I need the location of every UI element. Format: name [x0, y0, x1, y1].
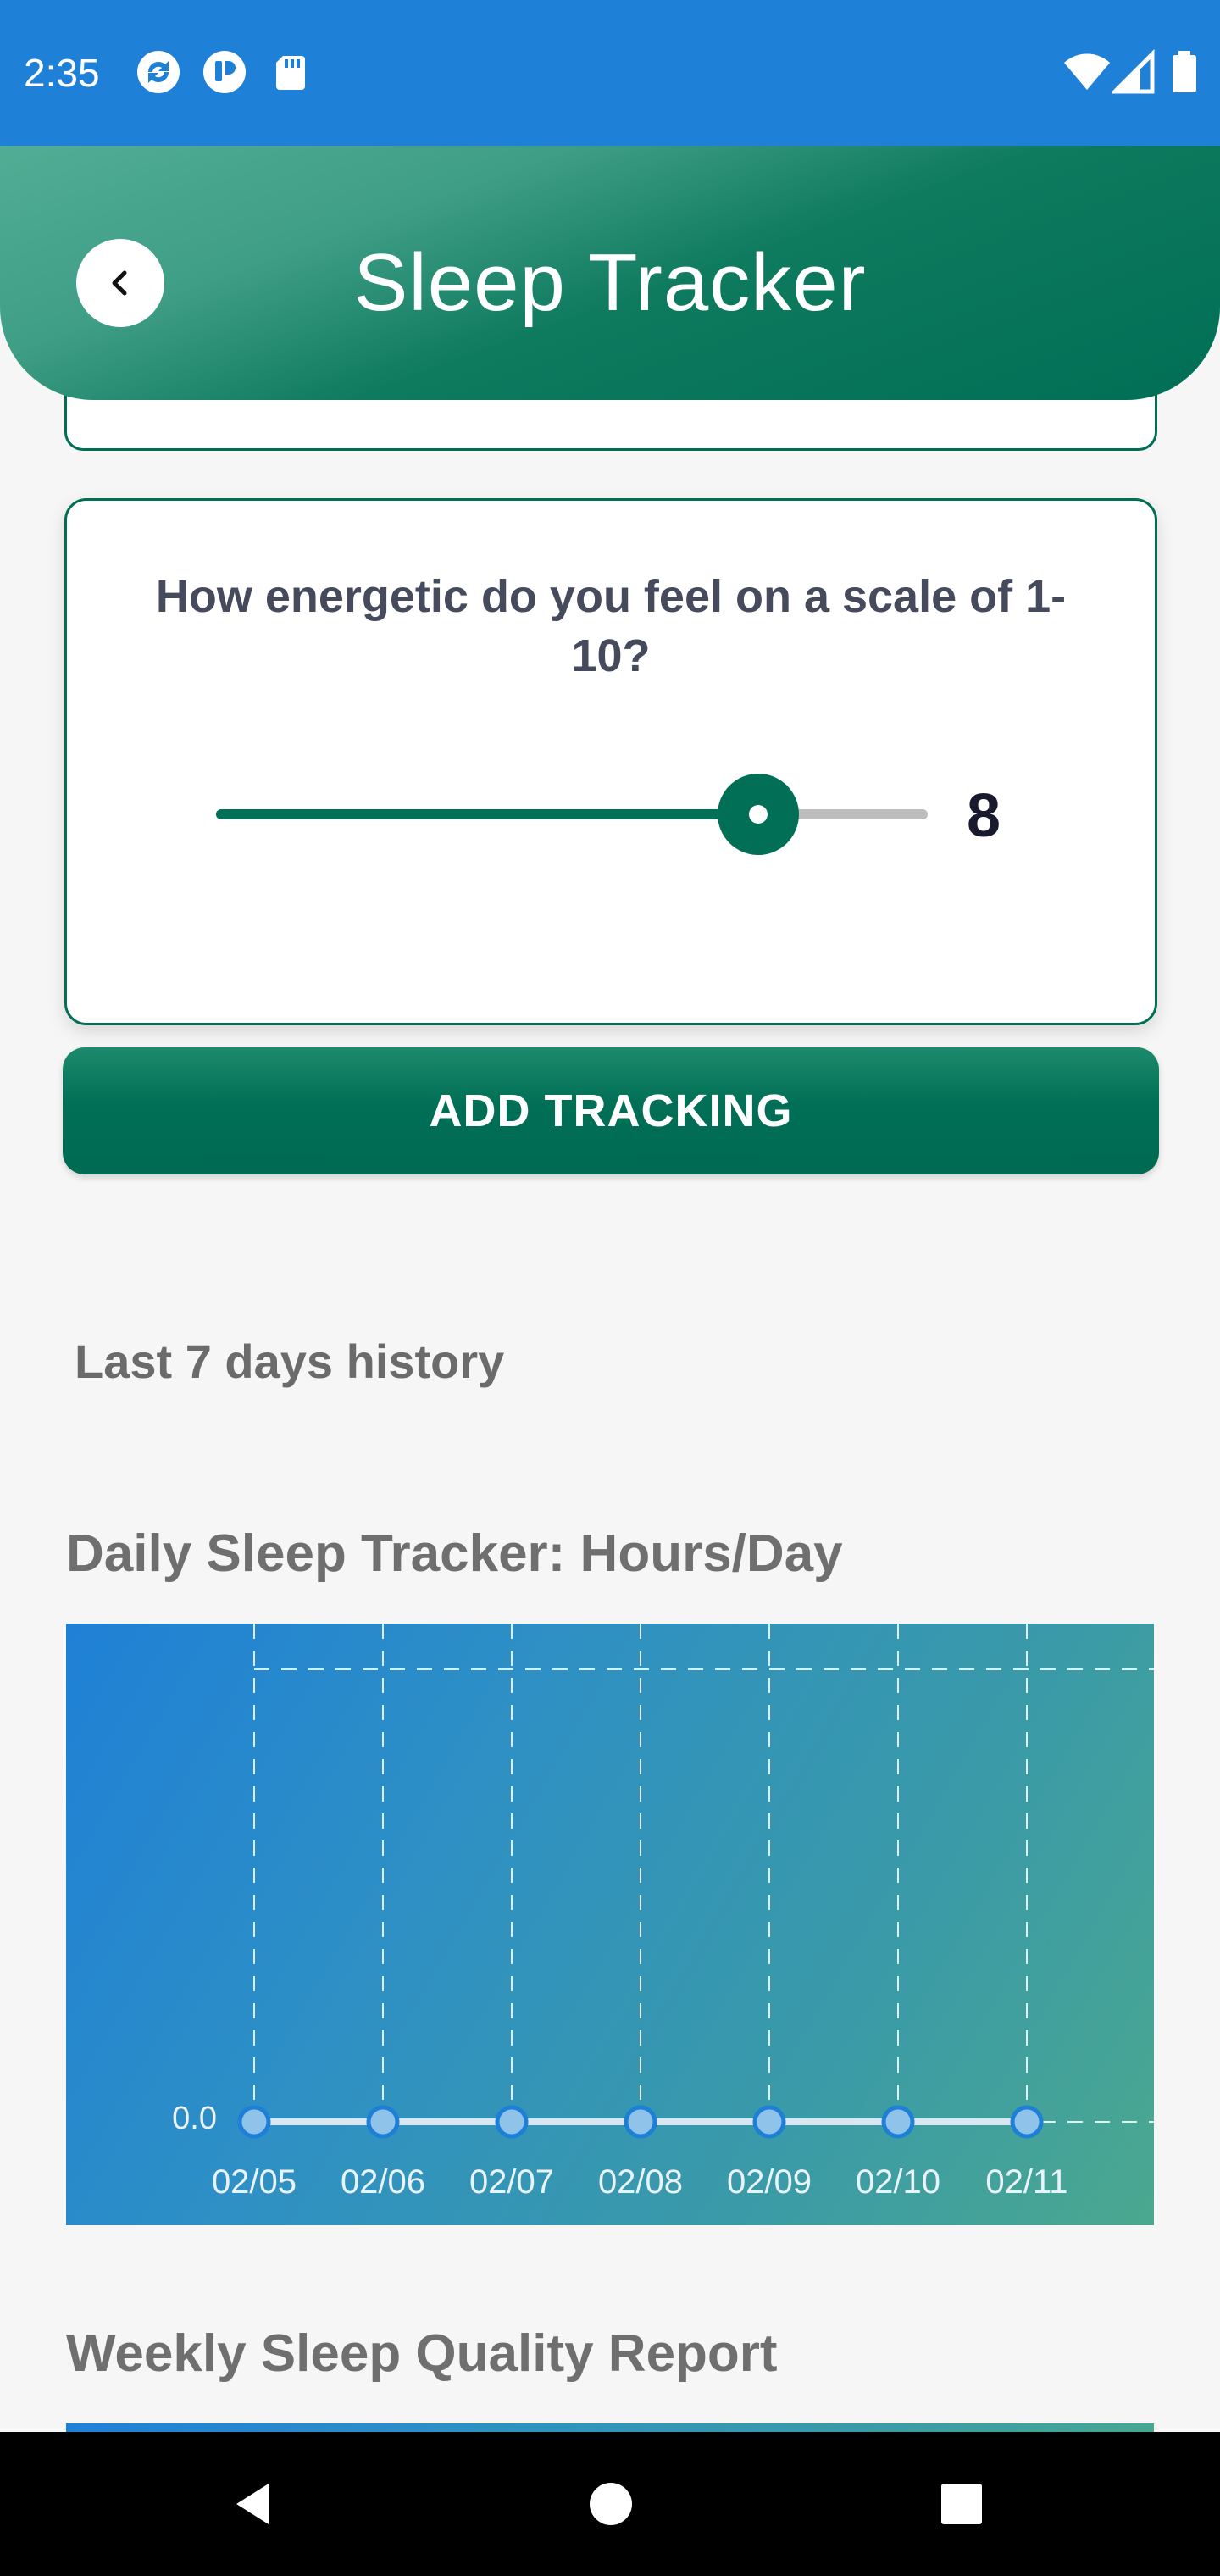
data-point — [366, 2105, 400, 2139]
recents-square-icon — [941, 2484, 982, 2524]
status-bar: 2:35 — [0, 0, 1220, 146]
app-header: Sleep Tracker — [0, 146, 1220, 400]
weekly-chart-title: Weekly Sleep Quality Report — [66, 2324, 778, 2383]
data-point — [881, 2105, 915, 2139]
back-triangle-icon — [236, 2484, 269, 2524]
data-point — [1010, 2105, 1044, 2139]
x-tick-label: 02/11 — [985, 2163, 1068, 2201]
wifi-icon — [1062, 49, 1110, 95]
battery-icon — [1167, 49, 1213, 95]
nav-home-button[interactable] — [573, 2466, 649, 2542]
x-tick-label: 02/07 — [469, 2163, 554, 2201]
data-point — [752, 2105, 786, 2139]
page-title: Sleep Tracker — [353, 237, 867, 328]
data-point — [624, 2105, 657, 2139]
question-text: How energetic do you feel on a scale of … — [155, 571, 1067, 681]
slider-value-label: 8 — [967, 782, 1001, 850]
sync-icon — [136, 49, 181, 95]
x-tick-label: 02/08 — [598, 2163, 683, 2201]
signal-icon — [1109, 48, 1157, 95]
data-point — [237, 2105, 271, 2139]
home-circle-icon — [590, 2483, 632, 2525]
slider-thumb[interactable] — [718, 774, 799, 855]
x-tick-label: 02/05 — [212, 2163, 297, 2201]
data-point — [495, 2105, 529, 2139]
y-tick-label: 0.0 — [172, 2101, 217, 2136]
nav-recents-button[interactable] — [923, 2466, 1000, 2542]
navigation-bar — [0, 2432, 1220, 2576]
history-title: Last 7 days history — [75, 1335, 505, 1388]
energy-question-card: How energetic do you feel on a scale of … — [64, 498, 1157, 1025]
status-time: 2:35 — [24, 51, 100, 95]
app-screen: 2:35 Sleep Tracker How energetic do you … — [0, 0, 1220, 2576]
app-icon — [202, 49, 247, 95]
energy-slider[interactable] — [216, 774, 928, 855]
add-tracking-button[interactable]: ADD TRACKING — [63, 1047, 1159, 1174]
x-tick-label: 02/06 — [341, 2163, 425, 2201]
x-tick-label: 02/09 — [727, 2163, 812, 2201]
nav-back-button[interactable] — [215, 2466, 291, 2542]
slider-fill — [216, 809, 758, 819]
daily-sleep-chart-svg: 0.0 02/05 02/06 02/07 02/08 02/09 02/10 02/11 — [172, 1624, 1154, 2201]
daily-sleep-chart: 0.0 02/05 02/06 02/07 02/08 02/09 02/10 02/11 — [66, 1624, 1154, 2225]
x-tick-label: 02/10 — [856, 2163, 940, 2201]
sd-card-icon — [268, 49, 313, 95]
daily-chart-title: Daily Sleep Tracker: Hours/Day — [66, 1524, 843, 1583]
